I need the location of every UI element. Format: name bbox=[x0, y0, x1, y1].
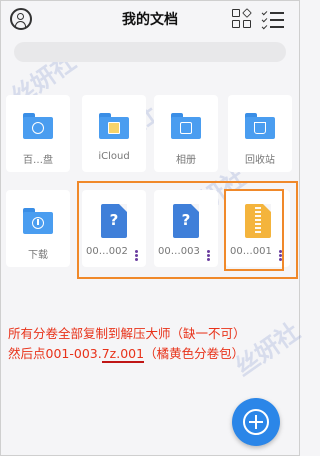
folder-tile-icloud[interactable]: iCloud bbox=[82, 95, 146, 172]
baidu-pan-folder-icon bbox=[23, 113, 53, 139]
download-folder-icon bbox=[23, 208, 53, 234]
grid-view-icon[interactable] bbox=[232, 8, 252, 29]
folder-tile-baidu-pan[interactable]: 百…盘 bbox=[6, 95, 70, 172]
recycle-bin-folder-icon bbox=[245, 113, 275, 139]
top-bar: 我的文档 bbox=[0, 0, 300, 38]
search-input[interactable] bbox=[14, 42, 286, 62]
tile-label: 回收站 bbox=[245, 155, 275, 166]
folder-tile-album[interactable]: 相册 bbox=[154, 95, 218, 172]
icloud-folder-icon bbox=[99, 113, 129, 139]
checklist-icon[interactable] bbox=[261, 9, 284, 30]
page-title: 我的文档 bbox=[122, 12, 178, 28]
folder-tile-downloads[interactable]: 下载 bbox=[6, 190, 70, 267]
tile-label: 相册 bbox=[176, 155, 196, 166]
tile-label: 下载 bbox=[28, 250, 48, 261]
tile-label: 百…盘 bbox=[23, 155, 53, 166]
tile-label: iCloud bbox=[98, 151, 130, 162]
selected-volume-highlight bbox=[224, 189, 284, 271]
album-folder-icon bbox=[171, 113, 201, 139]
instruction-text: 所有分卷全部复制到解压大师（缺一不可） 然后点001-003.7z.001（橘黄… bbox=[8, 324, 298, 364]
instruction-line-1: 所有分卷全部复制到解压大师（缺一不可） bbox=[8, 326, 246, 341]
instruction-line-2: 然后点001-003.7z.001（橘黄色分卷包） bbox=[8, 346, 245, 363]
add-button[interactable] bbox=[232, 398, 280, 446]
folder-tile-recycle-bin[interactable]: 回收站 bbox=[228, 95, 292, 172]
instruction-underlined-filename: 7z.001 bbox=[101, 346, 145, 363]
